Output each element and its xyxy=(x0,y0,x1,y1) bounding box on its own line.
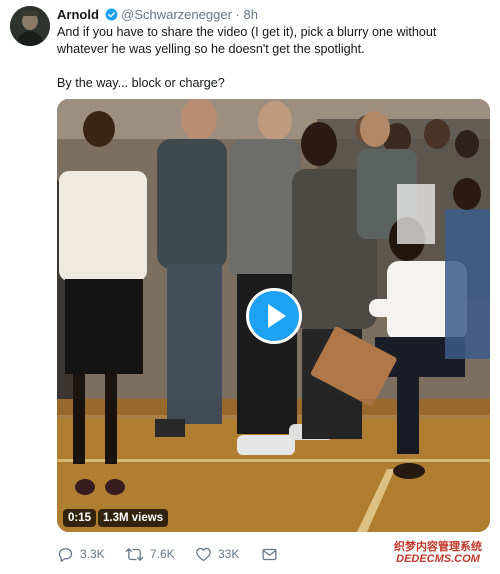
video-player[interactable]: 0:15 1.3M views xyxy=(57,99,490,532)
reply-count: 3.3K xyxy=(80,547,105,561)
like-count: 33K xyxy=(218,547,240,561)
tweet-header: Arnold @Schwarzenegger · 8h xyxy=(57,7,258,24)
view-count: 1.3M views xyxy=(98,509,169,527)
watermark-line-1: 织梦内容管理系统 xyxy=(394,541,482,553)
verified-badge-icon xyxy=(105,8,118,24)
like-button[interactable]: 33K xyxy=(195,544,239,564)
video-duration: 0:15 xyxy=(63,509,97,527)
retweet-count: 7.6K xyxy=(150,547,175,561)
play-button[interactable] xyxy=(246,288,302,344)
play-icon xyxy=(268,304,286,328)
tweet-text: And if you have to share the video (I ge… xyxy=(57,24,489,92)
author-handle[interactable]: @Schwarzenegger xyxy=(121,7,232,22)
tweet-text-line-2: By the way... block or charge? xyxy=(57,76,225,90)
watermark-line-2: DEDECMS.COM xyxy=(396,553,480,565)
tweet-timestamp[interactable]: 8h xyxy=(244,7,258,22)
reply-button[interactable]: 3.3K xyxy=(57,544,105,564)
separator-dot: · xyxy=(235,7,240,22)
like-icon xyxy=(196,547,211,561)
direct-message-icon xyxy=(262,548,277,560)
site-watermark: 织梦内容管理系统 DEDECMS.COM xyxy=(378,541,498,565)
retweet-button[interactable]: 7.6K xyxy=(125,544,175,564)
direct-message-button[interactable] xyxy=(261,544,278,564)
avatar-photo xyxy=(10,6,50,46)
avatar[interactable] xyxy=(10,6,50,46)
reply-icon xyxy=(58,547,73,562)
author-name[interactable]: Arnold xyxy=(57,7,99,22)
tweet-text-line-1: And if you have to share the video (I ge… xyxy=(57,25,437,56)
retweet-icon xyxy=(125,547,144,561)
